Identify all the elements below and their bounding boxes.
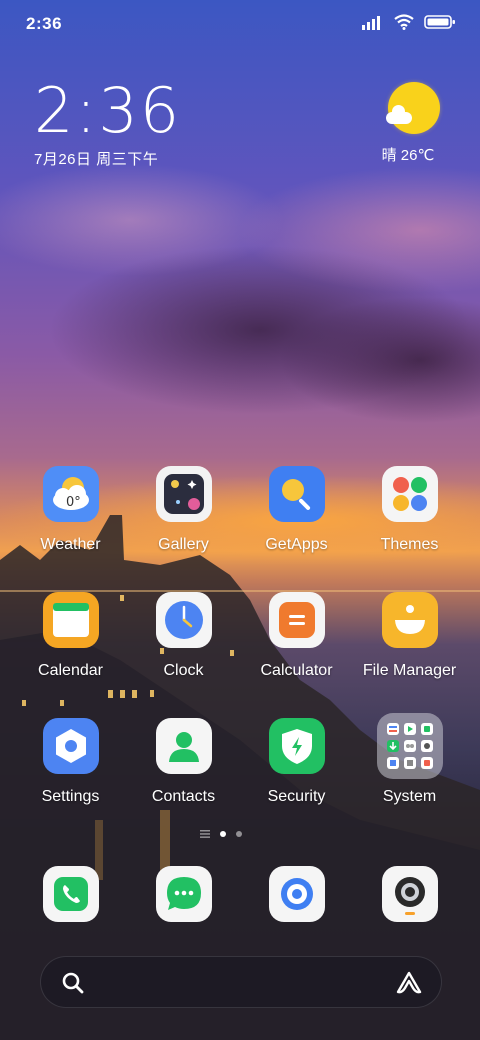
sun-cloud-icon bbox=[386, 82, 440, 134]
search-icon bbox=[62, 972, 84, 994]
app-file-manager[interactable]: File Manager bbox=[353, 592, 466, 718]
dock bbox=[14, 866, 466, 922]
signal-icon bbox=[362, 16, 380, 30]
folder-icon bbox=[376, 713, 443, 779]
app-label: Settings bbox=[41, 788, 100, 805]
app-weather[interactable]: 0° Weather bbox=[14, 466, 127, 592]
app-label: GetApps bbox=[265, 536, 328, 553]
app-label: System bbox=[382, 788, 437, 805]
dock-phone[interactable] bbox=[14, 866, 127, 922]
list-view-icon bbox=[200, 830, 210, 838]
clock-icon bbox=[155, 592, 212, 648]
status-bar: 2:36 bbox=[0, 0, 480, 50]
weather-widget[interactable]: 晴 26℃ bbox=[382, 82, 444, 165]
page-indicator[interactable] bbox=[200, 830, 242, 838]
browser-icon bbox=[268, 866, 325, 922]
app-label: Calendar bbox=[38, 662, 103, 679]
dock-messaging[interactable] bbox=[127, 866, 240, 922]
app-label: File Manager bbox=[362, 662, 457, 679]
weather-icon: 0° bbox=[42, 466, 99, 522]
widget-date: 7月26日 周三下午 bbox=[34, 151, 159, 168]
app-label: Contacts bbox=[151, 788, 216, 805]
widget-time: 2:36 bbox=[34, 74, 182, 147]
app-label: Themes bbox=[380, 536, 439, 553]
app-calendar[interactable]: Calendar bbox=[14, 592, 127, 718]
app-label: Calculator bbox=[260, 662, 333, 679]
app-calculator[interactable]: Calculator bbox=[240, 592, 353, 718]
app-row: Settings Contacts Security System bbox=[14, 713, 466, 844]
app-clock[interactable]: Clock bbox=[127, 592, 240, 718]
clock-widget[interactable]: 2:36 7月26日 周三下午 bbox=[34, 78, 181, 169]
assistant-icon[interactable] bbox=[395, 971, 423, 995]
dock-browser[interactable] bbox=[240, 866, 353, 922]
app-contacts[interactable]: Contacts bbox=[127, 718, 240, 844]
settings-icon bbox=[42, 718, 99, 774]
wifi-icon bbox=[394, 14, 414, 30]
calendar-icon bbox=[42, 592, 99, 648]
search-bar[interactable] bbox=[40, 956, 442, 1008]
getapps-icon bbox=[268, 466, 325, 522]
calculator-icon bbox=[268, 592, 325, 648]
app-label: Gallery bbox=[158, 536, 209, 553]
app-label: Weather bbox=[40, 536, 101, 553]
app-grid: 0° Weather Gallery GetApps Themes Calend… bbox=[14, 466, 466, 844]
page-dot bbox=[236, 831, 242, 837]
app-label: Security bbox=[267, 788, 326, 805]
app-security[interactable]: Security bbox=[240, 718, 353, 844]
app-label: Clock bbox=[163, 662, 204, 679]
themes-icon bbox=[381, 466, 438, 522]
status-icons bbox=[362, 14, 456, 30]
gallery-icon bbox=[155, 466, 212, 522]
phone-icon bbox=[42, 866, 99, 922]
svg-text:0°: 0° bbox=[66, 495, 81, 510]
camera-icon bbox=[381, 866, 438, 922]
file-manager-icon bbox=[381, 592, 438, 648]
app-getapps[interactable]: GetApps bbox=[240, 466, 353, 592]
messaging-icon bbox=[155, 866, 212, 922]
contacts-icon bbox=[155, 718, 212, 774]
battery-icon bbox=[424, 15, 455, 29]
app-row: 0° Weather Gallery GetApps Themes bbox=[14, 466, 466, 592]
app-gallery[interactable]: Gallery bbox=[127, 466, 240, 592]
status-time: 2:36 bbox=[26, 14, 63, 33]
app-settings[interactable]: Settings bbox=[14, 718, 127, 844]
app-row: Calendar Clock Calculator File Manager bbox=[14, 592, 466, 718]
app-folder-system[interactable]: System bbox=[353, 713, 466, 844]
dock-camera[interactable] bbox=[353, 866, 466, 922]
security-icon bbox=[268, 718, 325, 774]
weather-text: 晴 26℃ bbox=[381, 147, 435, 164]
app-themes[interactable]: Themes bbox=[353, 466, 466, 592]
page-dot-active bbox=[220, 831, 226, 837]
